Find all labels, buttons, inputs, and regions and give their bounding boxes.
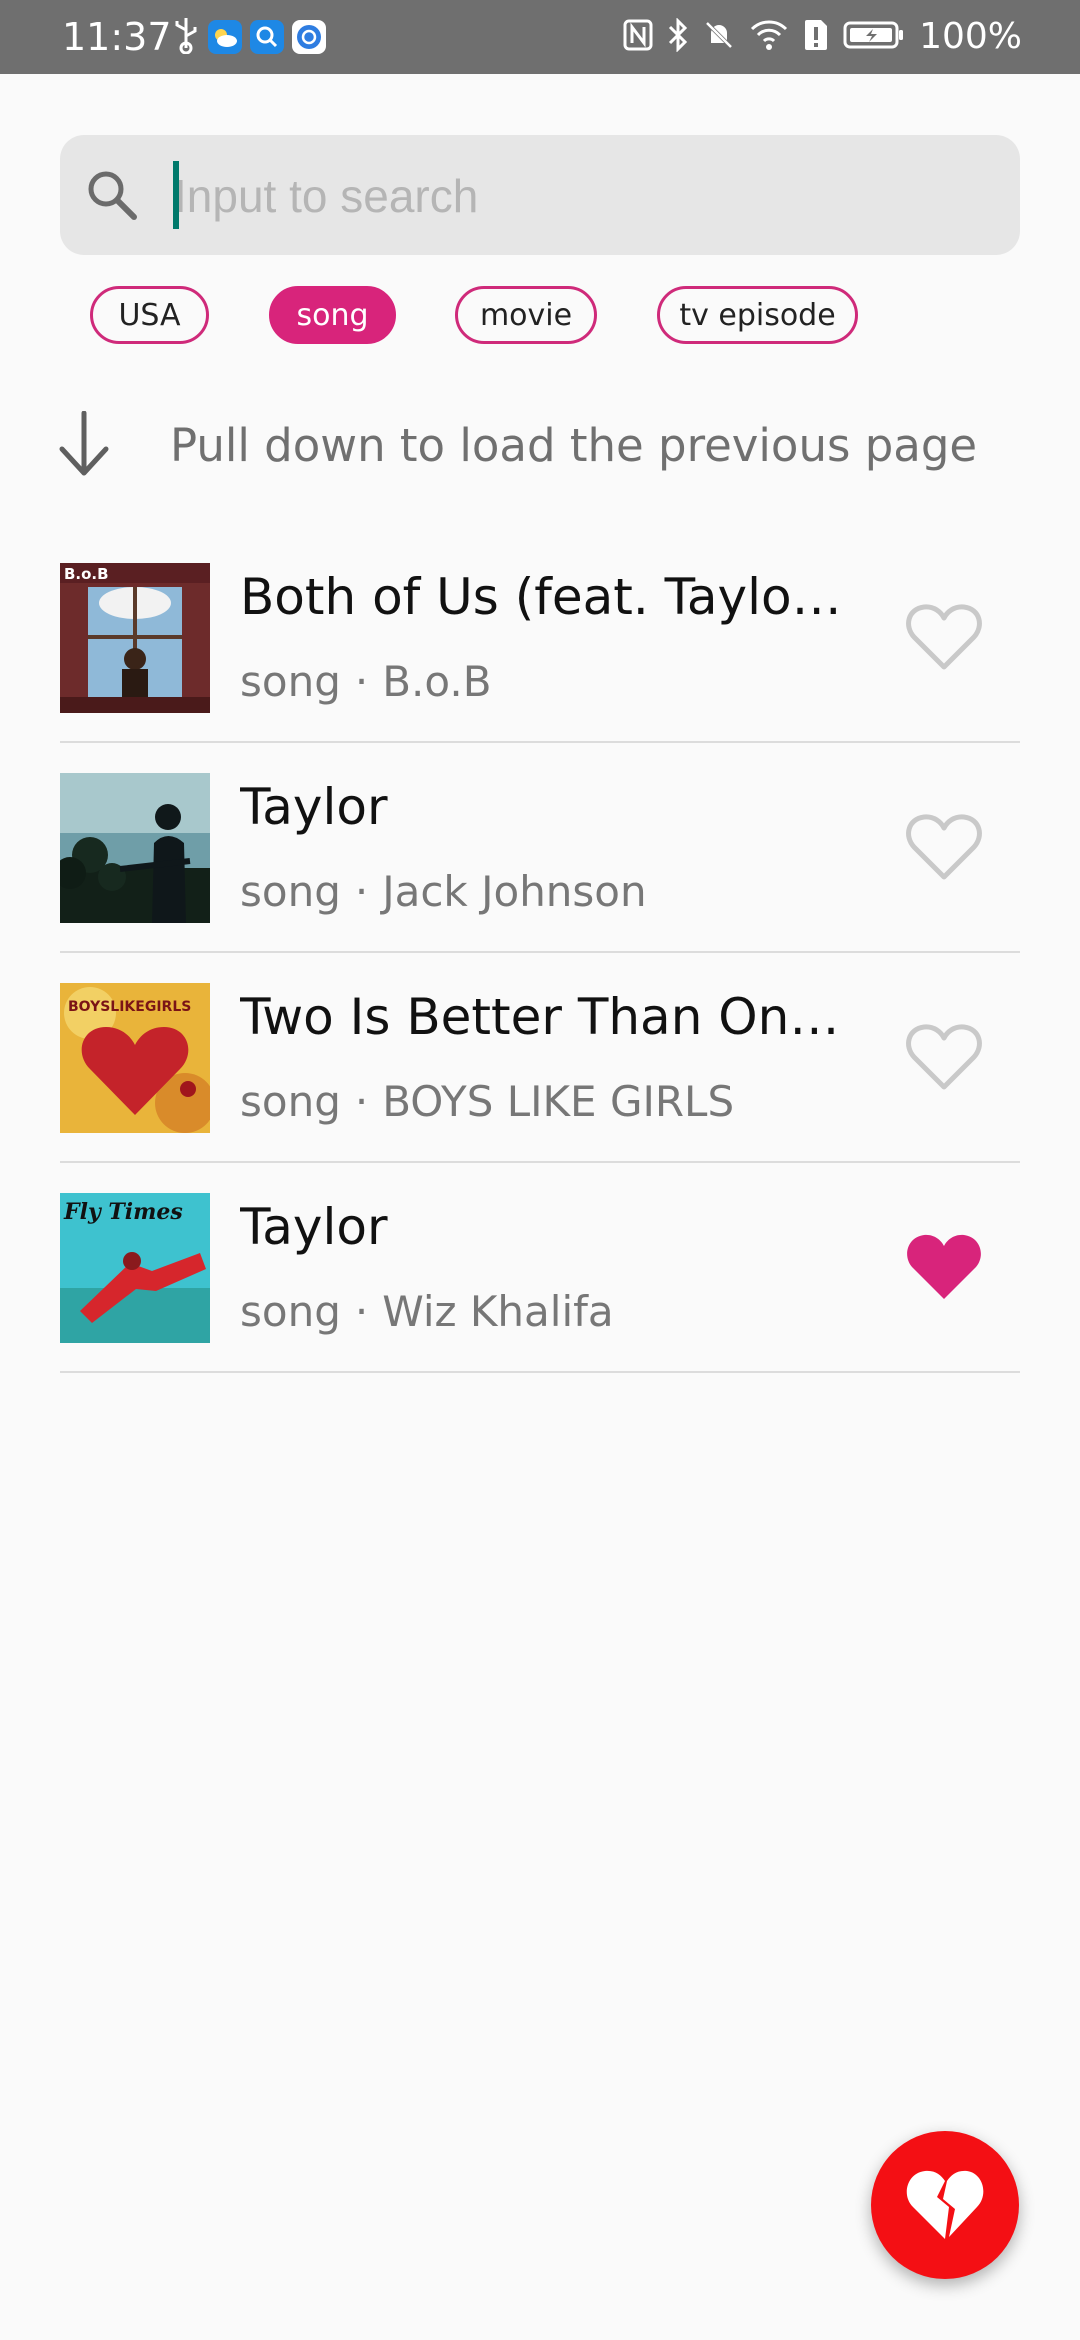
song-title: Taylor [240,778,388,836]
song-meta: song · Jack Johnson [240,865,647,919]
chip-usa[interactable]: USA [90,286,209,344]
search-bar[interactable] [60,135,1020,255]
song-title: Both of Us (feat. Taylor Sw… [240,568,860,626]
song-title: Two Is Better Than One (fe… [240,988,860,1046]
usb-icon [172,16,200,58]
list-item[interactable]: BOYSLIKEGIRLS Two Is Better Than One (fe… [60,953,1020,1163]
separator: · [354,657,369,706]
favorite-button[interactable] [904,807,984,887]
search-app-icon [250,20,284,54]
separator: · [354,867,369,916]
heart-outline-icon [906,1024,982,1090]
mute-bell-icon [703,19,735,55]
broken-heart-icon [906,2170,984,2239]
cover-band-text: BOYSLIKEGIRLS [68,999,191,1015]
separator: · [354,1287,369,1336]
search-input[interactable] [172,157,996,235]
song-meta: song · B.o.B [240,655,492,709]
list-item[interactable]: B.o.B Both of Us (feat. Taylor Sw… song ·… [60,533,1020,743]
status-system-icons: 100% [623,0,1022,74]
nfc-icon [623,19,653,55]
media-kind: song [240,657,341,706]
results-list: B.o.B Both of Us (feat. Taylor Sw… song ·… [60,533,1020,1373]
album-cover: Fly Times [60,1193,210,1343]
battery-charging-icon [843,20,905,54]
separator: · [354,1077,369,1126]
artist-name: B.o.B [382,657,492,706]
favorite-button[interactable] [904,1017,984,1097]
bluetooth-icon [667,17,689,56]
browser-app-icon [292,20,326,54]
arrow-down-icon [56,410,112,477]
status-time: 11:37 [62,15,172,59]
list-item[interactable]: Taylor song · Jack Johnson [60,743,1020,953]
album-cover: B.o.B [60,563,210,713]
heart-outline-icon [906,814,982,880]
artist-name: Jack Johnson [382,867,647,916]
media-kind: song [240,1287,341,1336]
song-meta: song · Wiz Khalifa [240,1285,614,1339]
status-bar: 11:37 100% [0,0,1080,74]
media-kind: song [240,867,341,916]
battery-percentage: 100% [919,16,1022,57]
status-notification-icons [172,18,326,56]
sim-alert-icon [803,18,829,56]
chip-tv-episode[interactable]: tv episode [657,286,858,344]
text-cursor [173,161,179,229]
album-cover [60,773,210,923]
favorite-button[interactable] [904,1227,984,1307]
list-item[interactable]: Fly Times Taylor song · Wiz Khalifa [60,1163,1020,1373]
heart-filled-icon [907,1234,981,1299]
song-meta: song · BOYS LIKE GIRLS [240,1075,734,1129]
chip-movie[interactable]: movie [455,286,597,344]
search-icon [82,165,142,225]
cover-logo-text: B.o.B [64,565,109,583]
album-cover: BOYSLIKEGIRLS [60,983,210,1133]
pull-hint-text: Pull down to load the previous page [170,419,978,472]
wifi-icon [749,19,789,55]
song-title: Taylor [240,1198,388,1256]
favorite-button[interactable] [904,597,984,677]
cover-title-text: Fly Times [63,1199,183,1225]
weather-app-icon [208,20,242,54]
media-kind: song [240,1077,341,1126]
heart-outline-icon [906,604,982,670]
artist-name: BOYS LIKE GIRLS [382,1077,735,1126]
chip-song[interactable]: song [269,286,396,344]
artist-name: Wiz Khalifa [382,1287,614,1336]
favorites-fab[interactable] [871,2131,1019,2279]
